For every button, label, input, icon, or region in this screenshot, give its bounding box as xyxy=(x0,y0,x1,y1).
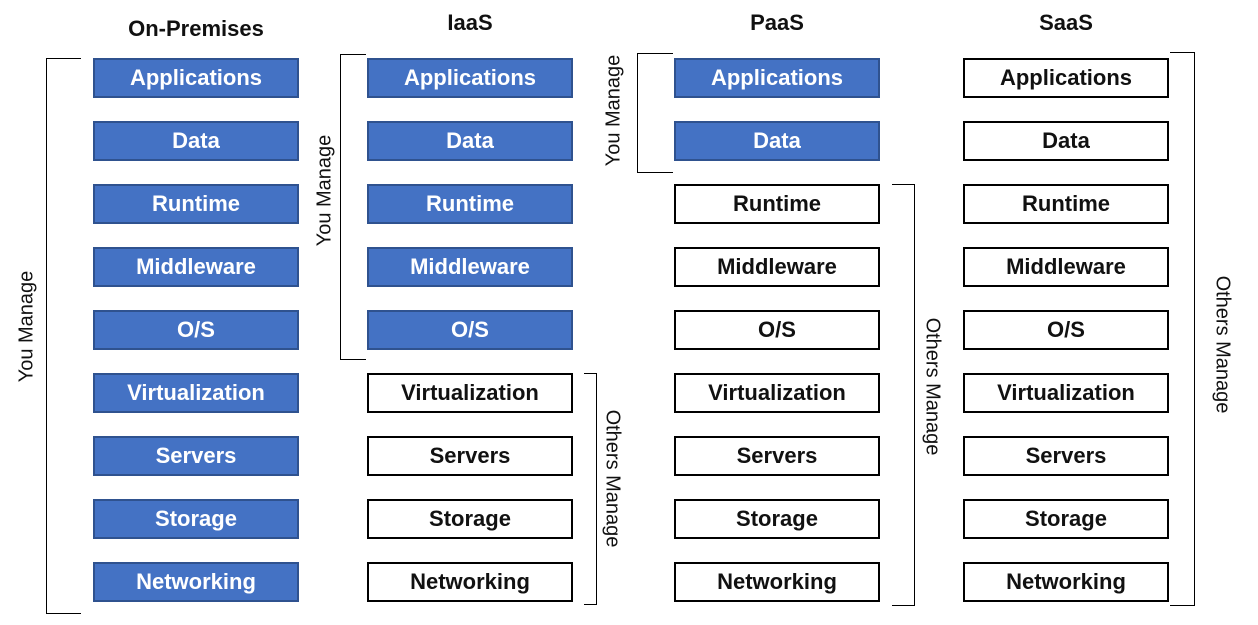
layer-servers: Servers xyxy=(674,436,880,476)
layer-virtualization: Virtualization xyxy=(963,373,1169,413)
layer-o-s: O/S xyxy=(93,310,299,350)
layer-storage: Storage xyxy=(963,499,1169,539)
layer-middleware: Middleware xyxy=(93,247,299,287)
others-manage-bracket xyxy=(892,184,915,606)
layer-servers: Servers xyxy=(93,436,299,476)
layer-applications: Applications xyxy=(367,58,573,98)
column-title-saas: SaaS xyxy=(1039,10,1093,35)
layer-data: Data xyxy=(93,121,299,161)
layer-networking: Networking xyxy=(93,562,299,602)
layer-o-s: O/S xyxy=(963,310,1169,350)
layer-data: Data xyxy=(674,121,880,161)
layer-middleware: Middleware xyxy=(674,247,880,287)
others-manage-label: Others Manage xyxy=(1211,275,1234,413)
layer-applications: Applications xyxy=(674,58,880,98)
layer-middleware: Middleware xyxy=(963,247,1169,287)
column-title-on-premises: On-Premises xyxy=(128,16,264,41)
you-manage-bracket xyxy=(46,58,81,614)
others-manage-bracket xyxy=(584,373,597,605)
layer-virtualization: Virtualization xyxy=(674,373,880,413)
layer-storage: Storage xyxy=(674,499,880,539)
others-manage-label: Others Manage xyxy=(601,409,624,547)
you-manage-label: You Manage xyxy=(15,270,38,382)
others-manage-bracket xyxy=(1170,52,1195,606)
layer-networking: Networking xyxy=(674,562,880,602)
layer-o-s: O/S xyxy=(674,310,880,350)
others-manage-label: Others Manage xyxy=(921,317,944,455)
layer-virtualization: Virtualization xyxy=(367,373,573,413)
layer-networking: Networking xyxy=(367,562,573,602)
column-title-paas: PaaS xyxy=(750,10,804,35)
layer-runtime: Runtime xyxy=(674,184,880,224)
layer-applications: Applications xyxy=(93,58,299,98)
you-manage-label: You Manage xyxy=(313,134,336,246)
you-manage-bracket xyxy=(637,53,673,173)
layer-applications: Applications xyxy=(963,58,1169,98)
layer-servers: Servers xyxy=(367,436,573,476)
layer-virtualization: Virtualization xyxy=(93,373,299,413)
layer-runtime: Runtime xyxy=(963,184,1169,224)
layer-runtime: Runtime xyxy=(93,184,299,224)
layer-middleware: Middleware xyxy=(367,247,573,287)
layer-servers: Servers xyxy=(963,436,1169,476)
layer-storage: Storage xyxy=(93,499,299,539)
layer-o-s: O/S xyxy=(367,310,573,350)
column-title-iaas: IaaS xyxy=(447,10,493,35)
you-manage-bracket xyxy=(340,54,366,360)
layer-data: Data xyxy=(367,121,573,161)
layer-networking: Networking xyxy=(963,562,1169,602)
layer-runtime: Runtime xyxy=(367,184,573,224)
layer-storage: Storage xyxy=(367,499,573,539)
you-manage-label: You Manage xyxy=(602,54,625,166)
layer-data: Data xyxy=(963,121,1169,161)
